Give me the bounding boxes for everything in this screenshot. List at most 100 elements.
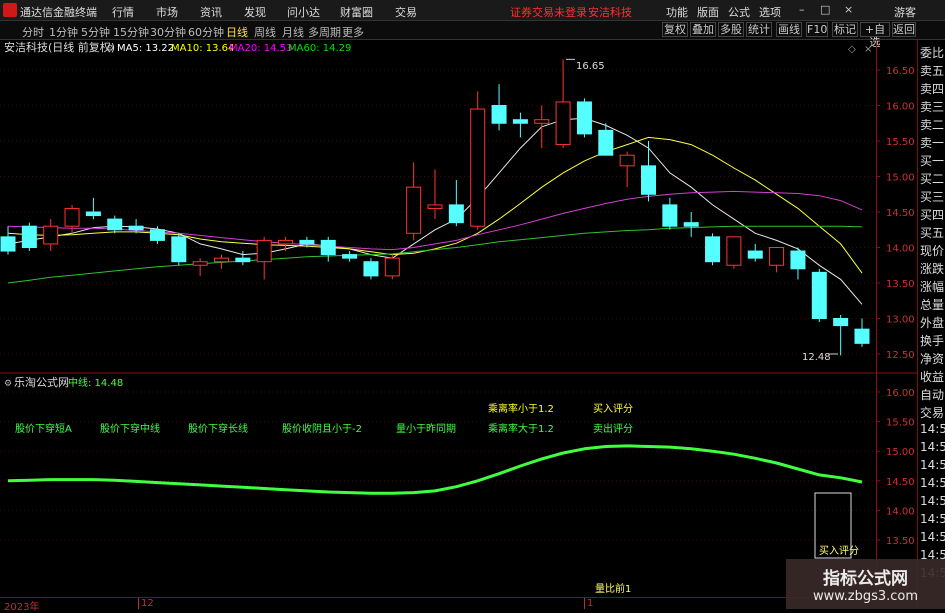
candlestick[interactable]	[342, 251, 358, 262]
user-label[interactable]: 游客	[894, 4, 916, 20]
draw-line-button[interactable]: 画线	[776, 22, 802, 37]
candle-body	[107, 218, 123, 231]
add-watchlist-button[interactable]: +自选	[860, 22, 890, 49]
candlestick[interactable]	[406, 162, 422, 241]
menu-item-right[interactable]: 功能	[666, 4, 688, 20]
candlestick[interactable]	[43, 219, 59, 252]
menu-item-right[interactable]: 选项	[759, 4, 781, 20]
candlestick[interactable]	[790, 247, 806, 280]
candlestick[interactable]	[619, 151, 635, 188]
period-tab[interactable]: 多周期	[308, 24, 341, 40]
candlestick[interactable]	[491, 84, 507, 131]
candlestick[interactable]	[256, 236, 272, 280]
candle-body	[576, 101, 592, 135]
candle-body	[214, 257, 229, 263]
quote-panel-label: 14:56	[920, 512, 945, 526]
sub-y-tick-label: 14.00	[886, 506, 915, 517]
back-button[interactable]: 返回	[892, 22, 916, 37]
candlestick[interactable]	[534, 105, 550, 149]
candlestick[interactable]	[705, 233, 721, 266]
menu-item[interactable]: 行情	[112, 4, 134, 20]
period-tab-more[interactable]: 更多	[342, 24, 364, 40]
watermark-title: 指标公式网	[823, 569, 908, 589]
period-tab[interactable]: 60分钟	[188, 24, 224, 40]
f10-button[interactable]: F10	[806, 22, 828, 37]
sub-panel-title: 乐淘公式网	[14, 376, 69, 389]
candlestick[interactable]	[747, 243, 763, 262]
candlestick[interactable]	[470, 91, 486, 230]
quote-panel-label: 卖五	[920, 64, 945, 78]
close-icon[interactable]: ×	[844, 3, 853, 16]
candle-body	[171, 236, 187, 263]
buy-score-label: 买入评分	[819, 545, 859, 557]
candle-body	[64, 207, 80, 227]
candlestick[interactable]	[278, 236, 294, 252]
period-tab[interactable]: 30分钟	[150, 24, 186, 40]
login-notice[interactable]: 证券交易未登录	[510, 4, 587, 20]
candlestick[interactable]	[171, 233, 187, 266]
maximize-icon[interactable]: □	[820, 3, 830, 16]
quote-panel-label: 14:56	[920, 476, 945, 490]
period-tab[interactable]: 5分钟	[81, 24, 110, 40]
candlestick[interactable]	[384, 254, 400, 280]
candlestick[interactable]	[683, 212, 699, 237]
candlestick[interactable]	[662, 197, 678, 230]
period-tab-selected[interactable]: 日线	[226, 24, 248, 40]
candlestick[interactable]	[64, 204, 80, 234]
sub-settings-icon[interactable]: ⚙	[4, 379, 12, 389]
candlestick[interactable]	[512, 112, 528, 138]
candlestick[interactable]	[811, 268, 827, 323]
candlestick[interactable]	[833, 314, 849, 356]
candlestick[interactable]	[769, 247, 785, 273]
period-tab[interactable]: 分时	[22, 24, 44, 40]
candlestick[interactable]	[363, 258, 379, 280]
menu-item-right[interactable]: 公式	[728, 4, 750, 20]
menu-item[interactable]: 问小达	[287, 4, 320, 20]
candlestick[interactable]	[555, 59, 571, 149]
mark-button[interactable]: 标记	[832, 22, 858, 37]
y-tick-label: 14.50	[886, 208, 915, 219]
candlestick[interactable]	[107, 215, 123, 234]
menu-item[interactable]: 市场	[156, 4, 178, 20]
settings-icon[interactable]: ⚙	[106, 44, 114, 54]
menu-item-right[interactable]: 版面	[697, 4, 719, 20]
candlestick[interactable]	[641, 141, 656, 202]
collapse-icon[interactable]: ◇	[848, 44, 856, 55]
candlestick[interactable]	[427, 169, 443, 220]
period-tab[interactable]: 1分钟	[49, 24, 78, 40]
watermark: 指标公式网 www.zbgs3.com	[786, 559, 945, 609]
y-tick-label: 15.00	[886, 173, 915, 184]
stats-button[interactable]: 统计	[746, 22, 772, 37]
menu-item[interactable]: 财富圈	[340, 4, 373, 20]
candlestick[interactable]	[0, 226, 16, 255]
candlestick[interactable]	[192, 258, 208, 276]
menu-item[interactable]: 发现	[244, 4, 266, 20]
overlay-button[interactable]: 叠加	[690, 22, 716, 37]
menu-item[interactable]: 交易	[395, 4, 417, 20]
minimize-icon[interactable]: –	[799, 3, 805, 16]
candle-body	[85, 211, 101, 217]
close-panel-icon[interactable]: ×	[864, 44, 872, 55]
chart-area[interactable]: 16.50 16.00 15.50 15.00 14.50 14.00 13.50 13.00…	[0, 40, 917, 597]
candlestick[interactable]	[320, 236, 336, 262]
candlestick[interactable]	[448, 180, 464, 227]
candlestick[interactable]	[21, 222, 37, 252]
menu-item[interactable]: 资讯	[200, 4, 222, 20]
fuquan-button[interactable]: 复权	[662, 22, 688, 37]
candle-body	[448, 204, 464, 224]
candlestick[interactable]	[214, 254, 229, 269]
period-tab[interactable]: 15分钟	[113, 24, 149, 40]
multi-stock-button[interactable]: 多股	[718, 22, 744, 37]
period-tab[interactable]: 周线	[254, 24, 276, 40]
low-price-label: 12.48	[802, 352, 831, 363]
candlestick[interactable]	[576, 98, 592, 138]
candle-body	[833, 318, 849, 327]
candlestick[interactable]	[85, 197, 101, 220]
candle-body	[406, 186, 422, 234]
candlestick[interactable]	[726, 236, 742, 269]
candlestick[interactable]	[854, 318, 870, 347]
candle-body	[555, 101, 571, 146]
candle-body	[320, 239, 336, 256]
signal-label: 买入评分	[593, 403, 633, 415]
period-tab[interactable]: 月线	[282, 24, 304, 40]
